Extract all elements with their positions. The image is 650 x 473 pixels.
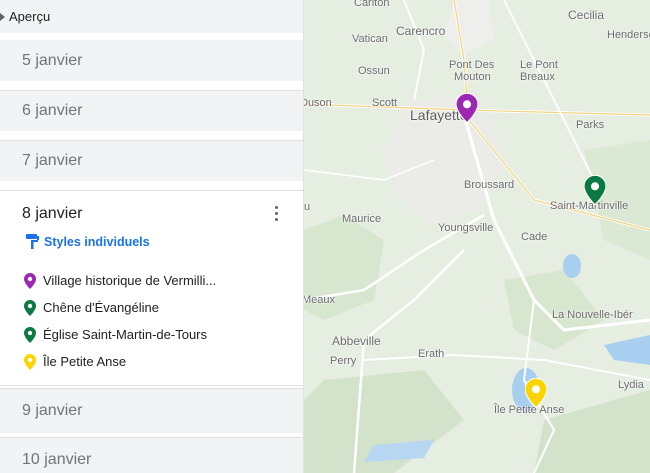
- place-item[interactable]: Église Saint-Martin-de-Tours: [24, 321, 216, 348]
- map-label: Ossun: [358, 65, 390, 77]
- place-item[interactable]: Village historique de Vermilli...: [24, 267, 216, 294]
- place-item[interactable]: Chêne d'Évangéline: [24, 294, 216, 321]
- map-label: Abbeville: [332, 334, 381, 348]
- collapse-triangle-icon: [0, 12, 5, 21]
- map-label: u: [304, 201, 311, 213]
- map-label: Vatican: [352, 33, 388, 45]
- map-label: Scott: [372, 97, 398, 109]
- map-label: Carencro: [396, 24, 446, 38]
- places-list: Village historique de Vermilli... Chêne …: [24, 267, 216, 375]
- map-label: Youngsville: [438, 222, 494, 234]
- map-label: La Nouvelle-Ibér: [552, 309, 633, 321]
- individual-styles-label: Styles individuels: [44, 234, 150, 249]
- map-label: Meaux: [304, 294, 336, 306]
- day-item-5-janvier[interactable]: 5 janvier: [0, 40, 303, 81]
- map-view[interactable]: Carlton Cecilia Carencro Vatican Henders…: [304, 0, 650, 473]
- map-marker-village-vermilion[interactable]: [456, 93, 478, 123]
- place-name: Village historique de Vermilli...: [43, 273, 217, 288]
- day-item-7-janvier[interactable]: 7 janvier: [0, 140, 303, 181]
- map-label: Henderso: [607, 29, 650, 41]
- map-label: Broussard: [464, 179, 515, 191]
- day-item-6-janvier[interactable]: 6 janvier: [0, 90, 303, 131]
- place-name: Chêne d'Évangéline: [43, 300, 159, 315]
- day-label: 10 janvier: [22, 451, 92, 468]
- map-label: Erath: [418, 348, 445, 360]
- day-label: 7 janvier: [22, 152, 83, 169]
- map-label: Lydia: [618, 379, 644, 391]
- day-item-8-janvier-expanded[interactable]: 8 janvier Styles individuels Village his…: [0, 190, 303, 386]
- day-title: 8 janvier: [22, 205, 83, 222]
- map-label: Maurice: [342, 213, 382, 225]
- paint-roller-icon: [26, 234, 39, 249]
- day-label: 5 janvier: [22, 51, 83, 69]
- overview-header[interactable]: Aperçu: [0, 0, 303, 33]
- map-label: Perry: [330, 355, 357, 367]
- overview-label: Aperçu: [9, 9, 51, 24]
- day-item-9-janvier[interactable]: 9 janvier: [0, 388, 303, 433]
- day-label: 6 janvier: [22, 102, 83, 119]
- map-marker-chene-evangeline[interactable]: [584, 175, 606, 205]
- map-label: Mouton: [454, 71, 491, 83]
- map-pin-icon: [24, 299, 36, 316]
- map-label: Parks: [576, 119, 605, 131]
- map-label: Pont Des: [449, 59, 495, 71]
- map-marker-ile-petite-anse[interactable]: [525, 378, 547, 408]
- map-label: Duson: [304, 97, 332, 109]
- individual-styles-link[interactable]: Styles individuels: [26, 234, 150, 249]
- itinerary-sidebar: Aperçu 5 janvier 6 janvier 7 janvier 8 j…: [0, 0, 304, 473]
- map-pin-icon: [24, 353, 36, 370]
- map-pin-icon: [24, 326, 36, 343]
- map-label: Carlton: [354, 0, 390, 9]
- place-name: Île Petite Anse: [43, 354, 127, 369]
- more-options-icon[interactable]: [275, 206, 279, 224]
- map-pin-icon: [24, 272, 36, 289]
- day-item-10-janvier[interactable]: 10 janvier: [0, 437, 303, 473]
- day-label: 9 janvier: [22, 402, 83, 419]
- map-label: Cade: [521, 231, 548, 243]
- map-label: Breaux: [520, 71, 555, 83]
- map-label: Le Pont: [520, 59, 558, 71]
- map-label: Cecilia: [568, 8, 605, 22]
- place-item[interactable]: Île Petite Anse: [24, 348, 216, 375]
- place-name: Église Saint-Martin-de-Tours: [43, 327, 208, 342]
